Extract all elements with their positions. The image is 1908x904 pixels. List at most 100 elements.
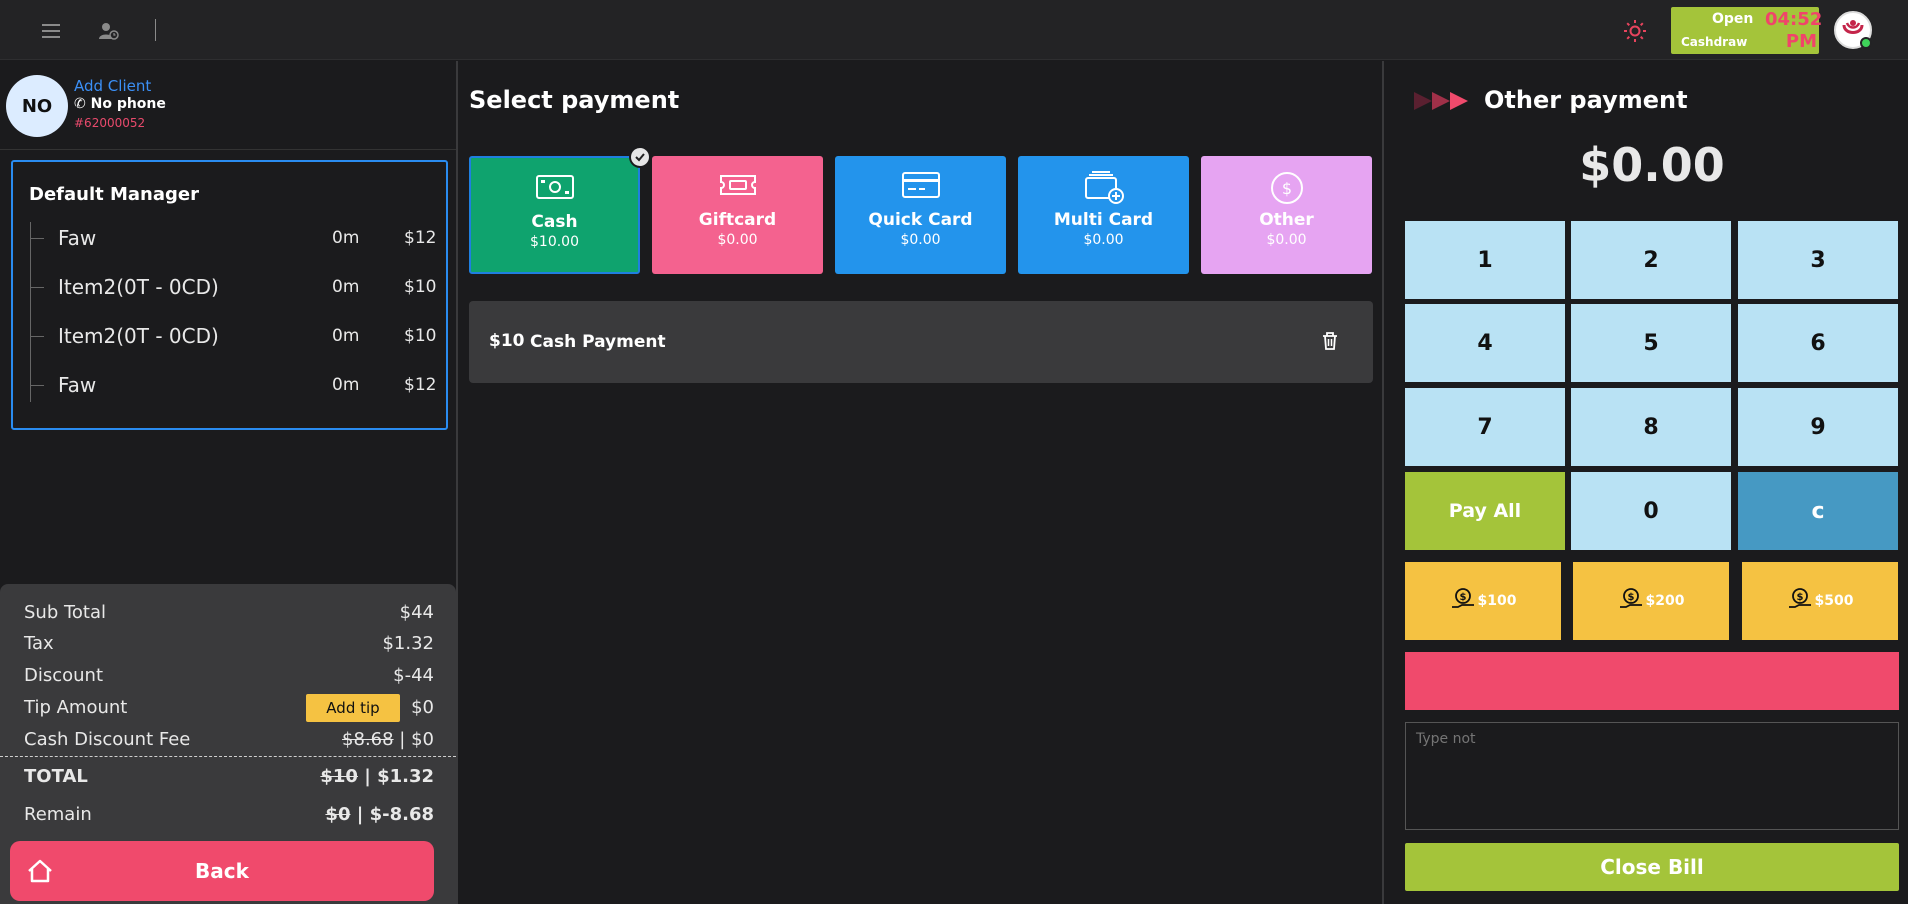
coin-hand-icon: $ bbox=[1618, 587, 1644, 615]
remain-old: $0 bbox=[325, 804, 351, 825]
quick-amount-200-button[interactable]: $ $200 bbox=[1573, 562, 1729, 640]
menu-icon[interactable] bbox=[37, 16, 67, 46]
keypad-key-6[interactable]: 6 bbox=[1738, 304, 1898, 382]
staff-order-box[interactable]: Default Manager Faw 0m $12 Item2(0T - 0C… bbox=[11, 160, 448, 430]
payment-tile-multi-card[interactable]: Multi Card $0.00 bbox=[1018, 156, 1189, 274]
quick-amount-label: $500 bbox=[1814, 593, 1854, 609]
total-label: TOTAL bbox=[24, 766, 88, 787]
user-avatar[interactable] bbox=[1834, 11, 1872, 49]
cash-discount-fee-old: $8.68 bbox=[342, 729, 394, 750]
value-separator: | bbox=[393, 729, 412, 750]
selected-check-icon bbox=[629, 146, 651, 168]
subtotal-value: $44 bbox=[399, 602, 434, 623]
service-price: $12 bbox=[404, 228, 437, 248]
tree-tick bbox=[30, 336, 44, 337]
client-phone: ✆ No phone bbox=[74, 96, 166, 112]
tree-tick bbox=[30, 238, 44, 239]
keypad-key-7[interactable]: 7 bbox=[1405, 388, 1565, 466]
quick-amount-500-button[interactable]: $ $500 bbox=[1742, 562, 1898, 640]
tax-label: Tax bbox=[24, 633, 54, 654]
service-name: Item2(0T - 0CD) bbox=[58, 324, 219, 348]
remain-value: $0 | $-8.68 bbox=[325, 804, 434, 825]
service-row[interactable]: Faw 0m $12 bbox=[30, 371, 436, 401]
phone-icon: ✆ bbox=[74, 96, 86, 112]
user-clock-icon[interactable] bbox=[94, 16, 124, 46]
other-payment-title: Other payment bbox=[1484, 86, 1688, 114]
triple-arrow-icon bbox=[1412, 90, 1474, 116]
trash-icon[interactable] bbox=[1321, 331, 1339, 355]
payment-tile-giftcard[interactable]: Giftcard $0.00 bbox=[652, 156, 823, 274]
quick-amount-label: $200 bbox=[1645, 593, 1685, 609]
keypad-key-3[interactable]: 3 bbox=[1738, 221, 1898, 299]
clock-ampm: PM bbox=[1785, 31, 1817, 52]
service-name: Item2(0T - 0CD) bbox=[58, 275, 219, 299]
service-name: Faw bbox=[58, 226, 97, 250]
total-row: TOTAL $10 | $1.32 bbox=[24, 766, 434, 792]
keypad-key-2[interactable]: 2 bbox=[1571, 221, 1731, 299]
total-old: $10 bbox=[320, 766, 358, 787]
keypad-key-8[interactable]: 8 bbox=[1571, 388, 1731, 466]
svg-text:$: $ bbox=[1627, 592, 1634, 603]
tree-tick bbox=[30, 385, 44, 386]
client-id: #62000052 bbox=[74, 116, 146, 130]
keypad-key-1[interactable]: 1 bbox=[1405, 221, 1565, 299]
payment-line-label: Cash Payment bbox=[530, 332, 666, 352]
sun-icon[interactable] bbox=[1620, 16, 1650, 46]
keypad-clear-button[interactable]: c bbox=[1738, 472, 1898, 550]
client-avatar[interactable]: NO bbox=[6, 75, 68, 137]
payment-line-amount: $10 bbox=[489, 331, 525, 351]
value-separator: | bbox=[350, 804, 370, 825]
cash-discount-fee-row: Cash Discount Fee $8.68 | $0 bbox=[24, 729, 434, 755]
cash-discount-fee-new: $0 bbox=[411, 729, 434, 750]
keypad-key-4[interactable]: 4 bbox=[1405, 304, 1565, 382]
service-price: $12 bbox=[404, 375, 437, 395]
back-button[interactable]: Back bbox=[10, 841, 434, 901]
note-input[interactable] bbox=[1405, 722, 1899, 830]
cashdraw-status-button[interactable]: Open Cashdraw 04:52 PM bbox=[1671, 7, 1822, 54]
payment-status-bar bbox=[1405, 652, 1899, 710]
service-row[interactable]: Item2(0T - 0CD) 0m $10 bbox=[30, 273, 436, 303]
staff-name: Default Manager bbox=[29, 184, 199, 205]
payment-amount: $10.00 bbox=[530, 234, 579, 250]
service-time: 0m bbox=[332, 277, 360, 297]
divider bbox=[0, 149, 456, 150]
total-new: $1.32 bbox=[377, 766, 434, 787]
payment-amount: $0.00 bbox=[1083, 232, 1124, 248]
svg-text:$: $ bbox=[1796, 592, 1803, 603]
keypad-key-5[interactable]: 5 bbox=[1571, 304, 1731, 382]
pay-all-button[interactable]: Pay All bbox=[1405, 472, 1565, 550]
payment-tile-other[interactable]: $ Other $0.00 bbox=[1201, 156, 1372, 274]
service-row[interactable]: Item2(0T - 0CD) 0m $10 bbox=[30, 322, 436, 352]
service-row[interactable]: Faw 0m $12 bbox=[30, 224, 436, 254]
payment-tile-cash[interactable]: Cash $10.00 bbox=[469, 156, 640, 274]
payment-amount: $0.00 bbox=[900, 232, 941, 248]
cash-icon bbox=[535, 172, 575, 206]
back-label: Back bbox=[195, 859, 249, 883]
multi-card-icon bbox=[1082, 170, 1126, 208]
payment-amount-display: $0.00 bbox=[1579, 138, 1725, 192]
cashdraw-open-label: Open bbox=[1712, 11, 1754, 27]
payment-line-item[interactable]: $10 Cash Payment bbox=[469, 301, 1373, 383]
payment-name: Quick Card bbox=[868, 210, 973, 230]
payment-amount: $0.00 bbox=[1266, 232, 1307, 248]
dollar-circle-icon: $ bbox=[1269, 170, 1305, 210]
toolbar-separator bbox=[155, 19, 156, 41]
close-bill-button[interactable]: Close Bill bbox=[1405, 843, 1899, 891]
quick-amount-100-button[interactable]: $ $100 bbox=[1405, 562, 1561, 640]
payment-tile-quick-card[interactable]: Quick Card $0.00 bbox=[835, 156, 1006, 274]
add-client-link[interactable]: Add Client bbox=[74, 77, 151, 95]
payment-name: Giftcard bbox=[698, 210, 777, 230]
total-value: $10 | $1.32 bbox=[320, 766, 434, 787]
remain-label: Remain bbox=[24, 804, 92, 825]
quick-amount-label: $100 bbox=[1477, 593, 1517, 609]
keypad-key-0[interactable]: 0 bbox=[1571, 472, 1731, 550]
home-icon bbox=[20, 851, 60, 891]
add-tip-button[interactable]: Add tip bbox=[306, 694, 400, 722]
service-time: 0m bbox=[332, 326, 360, 346]
discount-row: Discount $-44 bbox=[24, 665, 434, 691]
cash-discount-fee-value: $8.68 | $0 bbox=[342, 729, 434, 750]
remain-new: $-8.68 bbox=[369, 804, 434, 825]
payment-name: Multi Card bbox=[1053, 210, 1154, 230]
keypad-key-9[interactable]: 9 bbox=[1738, 388, 1898, 466]
remain-row: Remain $0 | $-8.68 bbox=[24, 804, 434, 830]
